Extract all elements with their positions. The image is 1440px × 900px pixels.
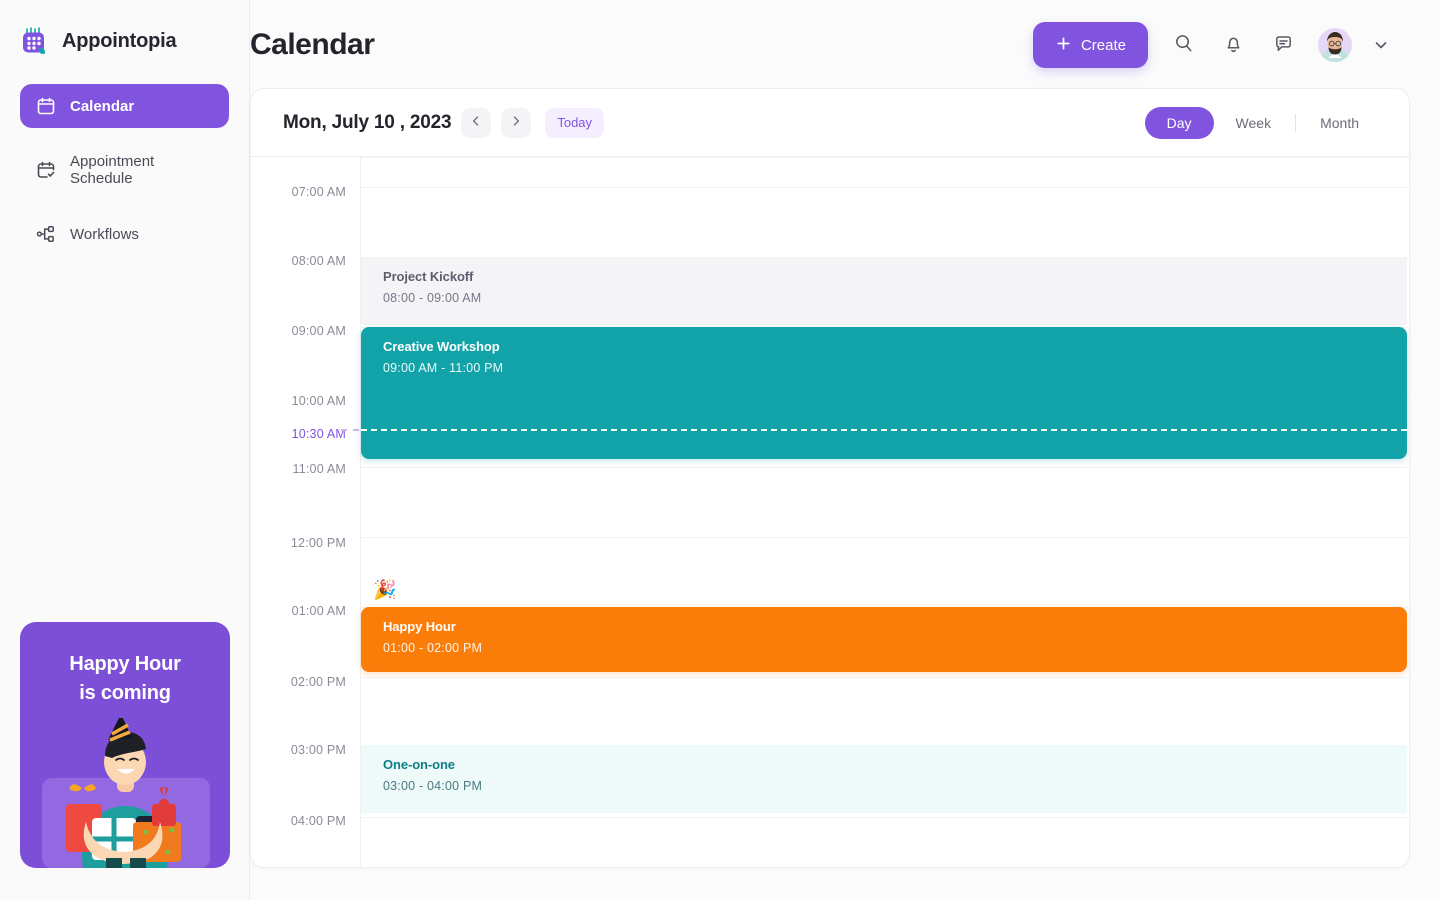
calendar-event[interactable]: Project Kickoff 08:00 - 09:00 AM [361,257,1407,325]
chevron-right-icon [509,114,523,131]
search-icon [1173,33,1194,57]
brand-name: Appointopia [62,30,176,53]
event-time: 03:00 - 04:00 PM [383,779,1407,793]
create-button[interactable]: Create [1033,22,1148,68]
current-time-label: 10:30 AM [292,427,346,441]
view-button-week[interactable]: Week [1214,107,1294,139]
sidebar-item-calendar[interactable]: Calendar [20,84,229,128]
event-emoji: 🎉 [373,581,397,600]
promo-title: Happy Hour is coming [20,622,230,708]
event-title: Creative Workshop [383,339,1407,354]
calendar-event[interactable]: Happy Hour 01:00 - 02:00 PM [361,607,1407,672]
page-title: Calendar [250,28,374,62]
time-label: 08:00 AM [292,254,346,268]
time-label: 01:00 AM [292,604,346,618]
notifications-button[interactable] [1218,30,1248,60]
event-time: 08:00 - 09:00 AM [383,291,1407,305]
calendar-event[interactable]: One-on-one 03:00 - 04:00 PM [361,745,1407,813]
event-title: Project Kickoff [383,269,1407,284]
workflow-nodes-icon [36,224,56,244]
search-button[interactable] [1168,30,1198,60]
event-time: 09:00 AM - 11:00 PM [383,361,1407,375]
event-title: Happy Hour [383,619,1407,634]
chat-icon [1273,33,1294,57]
view-switch: Day Week Month [1145,107,1381,139]
time-label: 02:00 PM [291,675,346,689]
time-label: 04:00 PM [291,814,346,828]
brand[interactable]: Appointopia [0,0,249,58]
time-label: 12:00 PM [291,536,346,550]
create-button-label: Create [1081,37,1126,54]
app-root: Appointopia Calendar [0,0,1440,900]
avatar[interactable] [1318,28,1352,62]
next-day-button[interactable] [501,108,531,138]
time-label: 03:00 PM [291,743,346,757]
view-button-day[interactable]: Day [1145,107,1214,139]
topbar: Calendar Create [250,0,1440,90]
sidebar-item-label: Calendar [70,98,134,115]
topbar-actions: Create [1033,22,1390,68]
sidebar-nav: Calendar Appointment Schedule [0,84,249,256]
promo-card-happy-hour[interactable]: Happy Hour is coming [20,622,230,868]
calendar-check-icon [36,160,56,180]
plus-icon [1055,35,1072,56]
chevron-left-icon [469,114,483,131]
sidebar: Appointopia Calendar [0,0,250,900]
calendar-icon [36,96,56,116]
calendar-card: Mon, July 10 , 2023 Today Day Week [250,88,1410,868]
bell-icon [1223,33,1244,57]
person-with-gifts-illustration-icon [20,718,230,868]
today-button[interactable]: Today [545,108,604,138]
events-layer: Project Kickoff 08:00 - 09:00 AM Creative … [361,157,1409,868]
calendar-toolbar: Mon, July 10 , 2023 Today Day Week [251,89,1409,157]
sidebar-item-label: Workflows [70,226,139,243]
event-time: 01:00 - 02:00 PM [383,641,1407,655]
promo-title-line2: is coming [20,679,230,708]
time-label: 10:00 AM [292,394,346,408]
time-axis: 07:00 AM 08:00 AM 09:00 AM 10:00 AM 10:30 AM… [251,157,361,868]
view-button-month[interactable]: Month [1298,107,1381,139]
event-title: One-on-one [383,757,1407,772]
messages-button[interactable] [1268,30,1298,60]
time-label: 11:00 AM [293,462,347,476]
previous-day-button[interactable] [461,108,491,138]
chevron-down-icon[interactable] [1372,36,1390,54]
grape-calendar-logo-icon [18,24,52,58]
sidebar-item-workflows[interactable]: Workflows [20,212,229,256]
calendar-event[interactable]: Creative Workshop 09:00 AM - 11:00 PM [361,327,1407,459]
sidebar-item-label: Appointment Schedule [70,153,213,187]
current-time-line-stub [341,429,359,431]
promo-title-line1: Happy Hour [20,650,230,679]
calendar-grid: 07:00 AM 08:00 AM 09:00 AM 10:00 AM 10:30 AM… [251,157,1409,868]
time-label: 07:00 AM [292,185,346,199]
current-time-line [361,429,1407,431]
sidebar-item-appointment-schedule[interactable]: Appointment Schedule [20,148,229,192]
calendar-date-label: Mon, July 10 , 2023 [283,112,451,134]
main-area: Calendar Create [250,0,1440,900]
view-switch-divider [1295,114,1296,132]
time-label: 09:00 AM [292,324,346,338]
